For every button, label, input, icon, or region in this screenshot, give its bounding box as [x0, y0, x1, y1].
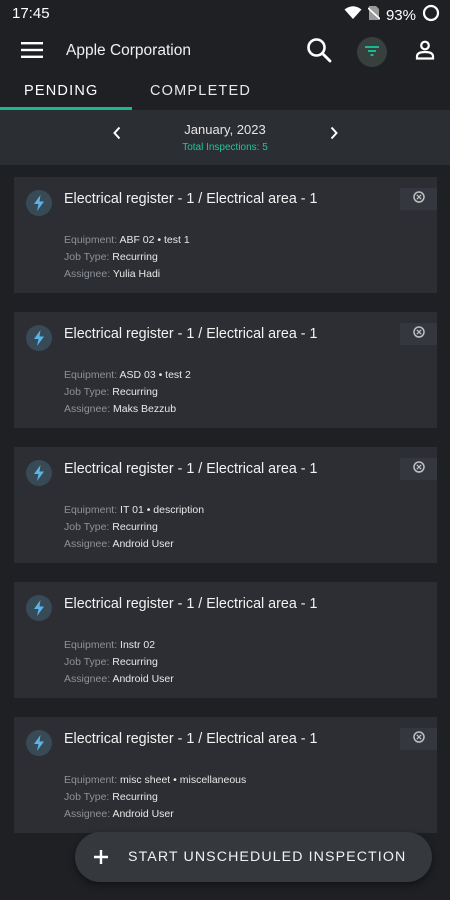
job-type-value: Recurring [112, 521, 158, 533]
lightning-bolt-icon [26, 190, 52, 216]
equipment-row: Equipment: IT 01 • description [64, 504, 204, 516]
inspection-title: Electrical register - 1 / Electrical are… [64, 731, 318, 747]
tab-pending[interactable]: PENDING [24, 83, 98, 99]
plus-icon [91, 847, 111, 867]
job-type-row: Job Type: Recurring [64, 521, 158, 533]
job-type-row: Job Type: Recurring [64, 656, 158, 668]
job-type-value: Recurring [112, 656, 158, 668]
filter-button[interactable] [357, 37, 387, 67]
menu-button[interactable] [18, 39, 46, 65]
equipment-row: Equipment: ABF 02 • test 1 [64, 234, 190, 246]
equipment-label: Equipment: [64, 234, 118, 246]
assignee-row: Assignee: Android User [64, 673, 174, 685]
assignee-row: Assignee: Android User [64, 538, 174, 550]
cancel-circle-icon [412, 190, 425, 208]
card-action-button[interactable] [400, 728, 437, 750]
job-type-label: Job Type: [64, 791, 110, 803]
equipment-value: IT 01 • description [120, 504, 205, 516]
lightning-bolt-icon [26, 460, 52, 486]
equipment-value: misc sheet • miscellaneous [120, 774, 247, 786]
search-icon [306, 37, 332, 68]
job-type-row: Job Type: Recurring [64, 791, 158, 803]
equipment-row: Equipment: misc sheet • miscellaneous [64, 774, 246, 786]
status-time: 17:45 [12, 5, 50, 22]
organization-title[interactable]: Apple Corporation [66, 42, 191, 60]
equipment-label: Equipment: [64, 774, 118, 786]
equipment-row: Equipment: ASD 03 • test 2 [64, 369, 191, 381]
battery-icon [422, 4, 440, 27]
assignee-row: Assignee: Maks Bezzub [64, 403, 176, 415]
current-month: January, 2023 [184, 122, 266, 137]
inspection-title: Electrical register - 1 / Electrical are… [64, 326, 318, 342]
job-type-value: Recurring [112, 791, 158, 803]
assignee-label: Assignee: [64, 808, 111, 820]
equipment-label: Equipment: [64, 504, 118, 516]
job-type-row: Job Type: Recurring [64, 251, 158, 263]
lightning-bolt-icon [26, 730, 52, 756]
next-month-button[interactable] [321, 122, 347, 148]
filter-icon [365, 43, 379, 61]
tab-completed[interactable]: COMPLETED [150, 83, 251, 99]
assignee-label: Assignee: [64, 538, 111, 550]
cancel-circle-icon [412, 730, 425, 748]
assignee-value: Android User [112, 673, 174, 685]
assignee-label: Assignee: [64, 268, 111, 280]
inspection-card[interactable]: Electrical register - 1 / Electrical are… [14, 717, 437, 833]
equipment-label: Equipment: [64, 639, 118, 651]
status-bar: 17:45 93% [0, 0, 450, 28]
equipment-value: ASD 03 • test 2 [119, 369, 191, 381]
card-action-button[interactable] [400, 458, 437, 480]
inspection-card[interactable]: Electrical register - 1 / Electrical are… [14, 177, 437, 293]
cancel-circle-icon [412, 325, 425, 343]
fab-label: START UNSCHEDULED INSPECTION [128, 849, 407, 865]
person-icon [415, 40, 435, 65]
assignee-value: Android User [112, 808, 174, 820]
inspection-card[interactable]: Electrical register - 1 / Electrical are… [14, 582, 437, 698]
job-type-label: Job Type: [64, 251, 110, 263]
assignee-label: Assignee: [64, 403, 111, 415]
inspection-title: Electrical register - 1 / Electrical are… [64, 191, 318, 207]
job-type-label: Job Type: [64, 656, 110, 668]
inspection-title: Electrical register - 1 / Electrical are… [64, 461, 318, 477]
app-bar: Apple Corporation [0, 28, 450, 76]
equipment-row: Equipment: Instr 02 [64, 639, 155, 651]
assignee-value: Maks Bezzub [113, 403, 177, 415]
status-icons: 93% [344, 4, 440, 27]
job-type-value: Recurring [112, 386, 158, 398]
job-type-value: Recurring [112, 251, 158, 263]
start-unscheduled-inspection-button[interactable]: START UNSCHEDULED INSPECTION [75, 832, 432, 882]
status-tabs: PENDING COMPLETED [0, 76, 450, 110]
job-type-row: Job Type: Recurring [64, 386, 158, 398]
equipment-value: Instr 02 [120, 639, 156, 651]
card-action-button[interactable] [400, 323, 437, 345]
lightning-bolt-icon [26, 595, 52, 621]
assignee-value: Android User [112, 538, 174, 550]
equipment-label: Equipment: [64, 369, 118, 381]
inspection-card[interactable]: Electrical register - 1 / Electrical are… [14, 312, 437, 428]
assignee-value: Yulia Hadi [112, 268, 161, 280]
total-inspections: Total Inspections: 5 [182, 142, 268, 153]
inspection-title: Electrical register - 1 / Electrical are… [64, 596, 318, 612]
cancel-circle-icon [412, 460, 425, 478]
month-selector: January, 2023 Total Inspections: 5 [0, 110, 450, 165]
card-action-button[interactable] [400, 188, 437, 210]
chevron-right-icon [329, 126, 339, 145]
assignee-label: Assignee: [64, 673, 111, 685]
lightning-bolt-icon [26, 325, 52, 351]
battery-percentage: 93% [385, 7, 416, 24]
equipment-value: ABF 02 • test 1 [119, 234, 190, 246]
hamburger-menu-icon [21, 41, 43, 63]
no-sim-icon [367, 5, 381, 26]
assignee-row: Assignee: Android User [64, 808, 174, 820]
job-type-label: Job Type: [64, 521, 110, 533]
profile-button[interactable] [410, 37, 440, 67]
assignee-row: Assignee: Yulia Hadi [64, 268, 160, 280]
inspection-card[interactable]: Electrical register - 1 / Electrical are… [14, 447, 437, 563]
search-button[interactable] [303, 36, 335, 68]
job-type-label: Job Type: [64, 386, 110, 398]
wifi-icon [344, 6, 362, 25]
